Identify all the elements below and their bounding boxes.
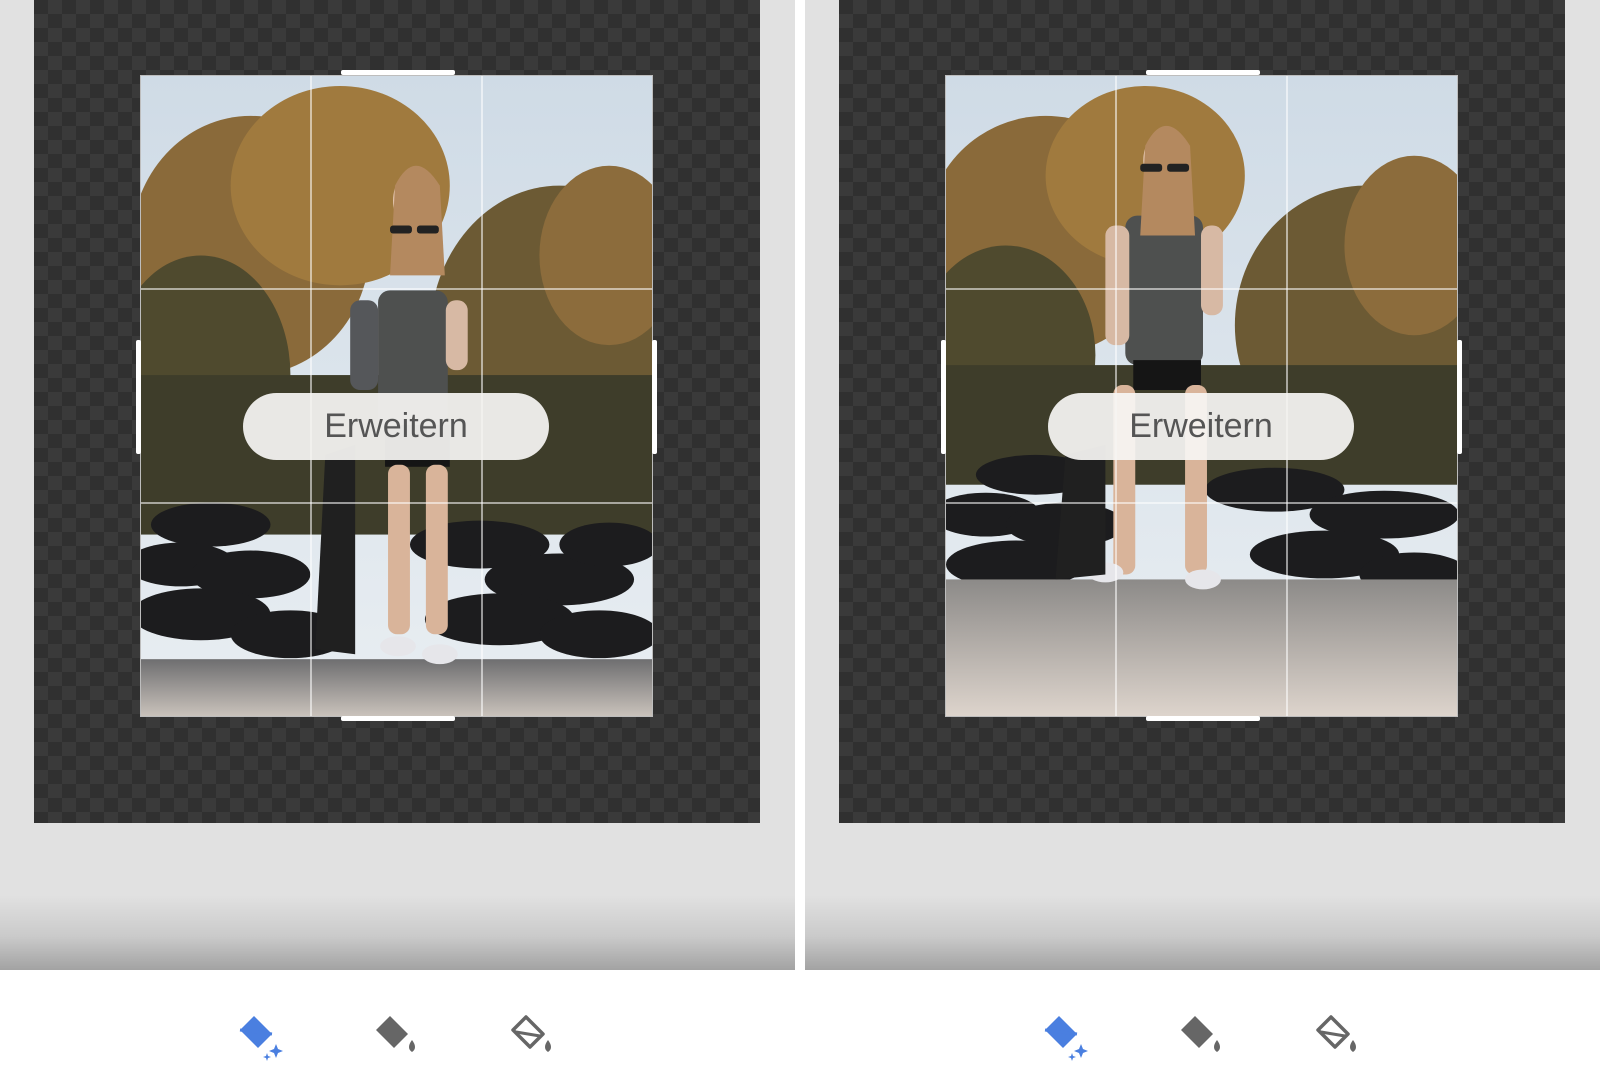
crop-handle-bottom[interactable]: [341, 716, 455, 721]
tool-bar: [0, 970, 795, 1067]
crop-handle-top[interactable]: [1146, 70, 1260, 75]
crop-grid-line: [946, 288, 1457, 290]
editor-panel-right: Erweitern: [805, 0, 1600, 1067]
outline-fill-bucket-icon[interactable]: [1311, 1010, 1363, 1062]
transparent-canvas: Erweitern: [839, 0, 1565, 823]
crop-grid-line: [141, 288, 652, 290]
expand-button[interactable]: Erweitern: [1048, 393, 1354, 460]
outline-fill-bucket-icon[interactable]: [506, 1010, 558, 1062]
crop-handle-left[interactable]: [941, 340, 946, 454]
toolbar-shadow: [0, 895, 795, 970]
crop-handle-bottom[interactable]: [1146, 716, 1260, 721]
crop-handle-right[interactable]: [1457, 340, 1462, 454]
crop-grid-line: [946, 502, 1457, 504]
editor-panel-left: Erweitern: [0, 0, 795, 1067]
fill-bucket-icon[interactable]: [370, 1010, 422, 1062]
tool-bar: [805, 970, 1600, 1067]
toolbar-shadow: [805, 895, 1600, 970]
crop-handle-top[interactable]: [341, 70, 455, 75]
crop-handle-left[interactable]: [136, 340, 141, 454]
magic-fill-bucket-icon[interactable]: [1039, 1010, 1091, 1062]
transparent-canvas: Erweitern: [34, 0, 760, 823]
fill-bucket-icon[interactable]: [1175, 1010, 1227, 1062]
panel-divider: [795, 0, 805, 1067]
magic-fill-bucket-icon[interactable]: [234, 1010, 286, 1062]
crop-handle-right[interactable]: [652, 340, 657, 454]
crop-grid-line: [141, 502, 652, 504]
expand-button[interactable]: Erweitern: [243, 393, 549, 460]
